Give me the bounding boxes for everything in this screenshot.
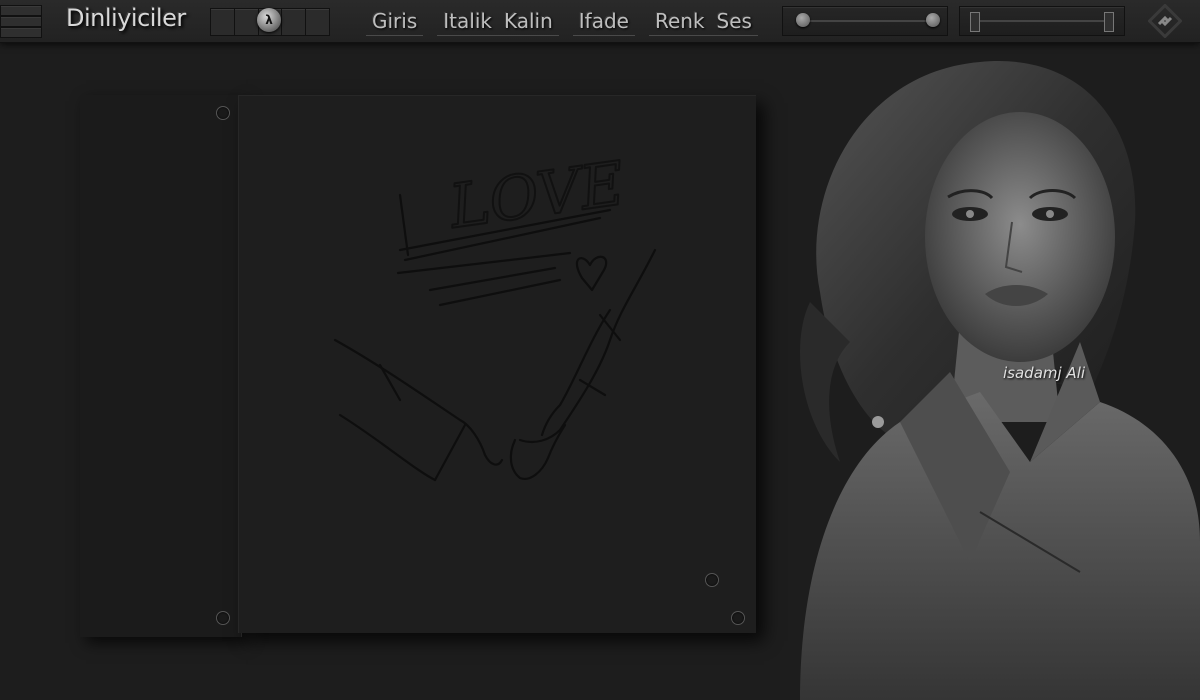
screw-icon (216, 106, 230, 120)
volume-slider[interactable] (782, 6, 948, 36)
format-nav: Giris Italik Kalin Ifade Renk Ses (366, 8, 758, 36)
nav-kalin[interactable]: Kalin (497, 8, 559, 36)
range-end-handle[interactable] (1104, 12, 1114, 32)
woman-portrait-image (800, 61, 1200, 700)
range-slider[interactable] (959, 6, 1125, 36)
top-toolbar: Dinliyiciler λ Giris Italik Kalin Ifade … (0, 0, 1200, 43)
lambda-knob-icon[interactable]: λ (257, 8, 281, 32)
slider-thumb[interactable] (926, 13, 940, 27)
range-start-handle[interactable] (970, 12, 980, 32)
slider-track (803, 20, 927, 22)
range-track (978, 20, 1106, 22)
left-board (80, 95, 242, 637)
segment-1[interactable] (211, 9, 235, 35)
screw-icon (216, 611, 230, 625)
segment-4[interactable] (282, 9, 307, 35)
nav-ses[interactable]: Ses (710, 8, 758, 36)
segment-2[interactable] (235, 9, 259, 35)
hamburger-menu-icon[interactable] (0, 5, 42, 38)
screw-icon (731, 611, 745, 625)
nav-giris[interactable]: Giris (366, 8, 424, 36)
love-text: LOVE (445, 149, 629, 243)
nav-renk[interactable]: Renk (648, 8, 711, 36)
artist-signature: isadamj Ali (1003, 364, 1086, 382)
nav-ifade[interactable]: Ifade (572, 8, 635, 36)
screw-icon (705, 573, 719, 587)
segment-5[interactable] (306, 9, 329, 35)
slider-min-thumb[interactable] (796, 13, 810, 27)
app-logo-icon[interactable] (1148, 4, 1182, 38)
nav-italik[interactable]: Italik (437, 8, 498, 36)
love-hands-sketch: LOVE (333, 148, 657, 482)
app-title: Dinliyiciler (66, 4, 186, 32)
